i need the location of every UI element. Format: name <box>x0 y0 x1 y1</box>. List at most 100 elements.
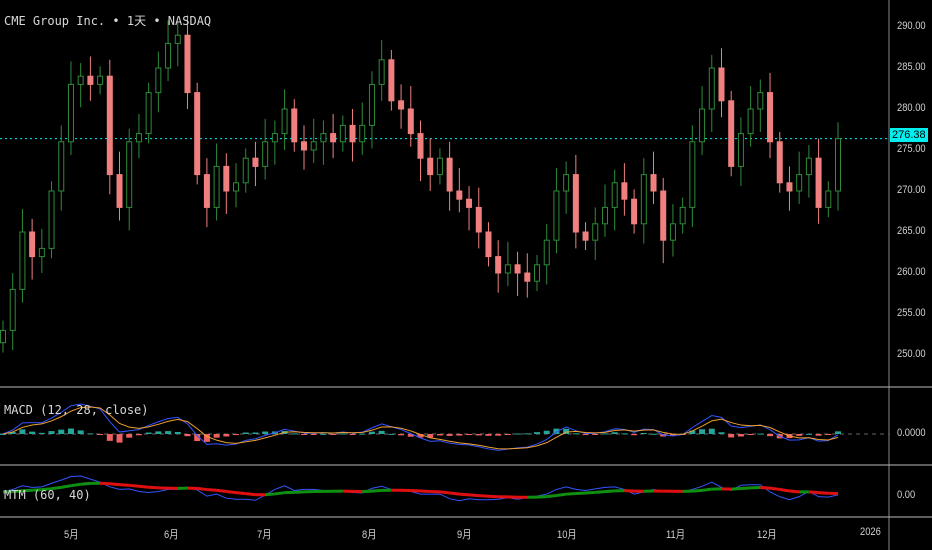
candle-up <box>378 59 385 85</box>
macd-histogram-bar <box>805 433 812 435</box>
macd-histogram-bar <box>757 433 764 435</box>
x-tick-label: 6月 <box>164 529 179 541</box>
macd-histogram-bar <box>708 428 715 434</box>
mtm-signal-segment <box>604 489 615 494</box>
candle-up <box>67 83 74 143</box>
candle-up <box>320 133 327 143</box>
candle-down <box>718 67 725 102</box>
candle-down <box>349 124 356 143</box>
candle-up <box>19 231 26 290</box>
candle-down <box>427 157 434 176</box>
candle-up <box>553 190 560 241</box>
macd-histogram-bar <box>165 431 172 434</box>
x-tick-label: 8月 <box>362 529 377 541</box>
candle-up <box>233 182 240 192</box>
macd-histogram-bar <box>29 431 36 434</box>
chart-title: CME Group Inc. • 1天 • NASDAQ <box>4 12 211 29</box>
macd-histogram-bar <box>339 433 346 435</box>
x-tick-label: 11月 <box>666 529 686 541</box>
macd-histogram-bar <box>398 434 405 436</box>
macd-histogram-bar <box>359 433 366 435</box>
mtm-signal-segment <box>556 492 567 498</box>
macd-histogram-bar <box>67 428 74 434</box>
macd-histogram-bar <box>446 434 453 436</box>
x-tick-label: 12月 <box>757 529 777 541</box>
macd-histogram-bar <box>368 431 375 434</box>
candle-up <box>0 329 6 344</box>
macd-histogram-bar <box>116 434 123 443</box>
macd-histogram-bar <box>300 434 307 435</box>
mtm-signal-segment <box>206 488 217 492</box>
macd-histogram-bar <box>242 432 249 434</box>
macd-histogram-bar <box>728 434 735 438</box>
candle-up <box>601 206 608 225</box>
candle-down <box>116 174 123 208</box>
mtm-signal-segment <box>138 484 149 489</box>
candle-down <box>300 141 307 151</box>
macd-histogram-bar <box>572 433 579 435</box>
macd-histogram-bar <box>436 434 443 436</box>
macd-zero-label: 0.0000 <box>897 427 926 439</box>
candle-down <box>767 92 774 143</box>
macd-histogram-bar <box>87 433 94 435</box>
candle-up <box>805 157 812 176</box>
candle-up <box>97 75 104 85</box>
mtm-signal-segment <box>100 481 110 486</box>
candle-up <box>699 108 706 143</box>
macd-histogram-bar <box>262 431 269 434</box>
mtm-signal-segment <box>624 489 635 493</box>
candle-up <box>165 42 172 69</box>
candle-up <box>534 264 541 282</box>
mtm-signal-segment <box>692 488 703 493</box>
mtm-signal-segment <box>585 490 596 495</box>
y-tick-label: 255.00 <box>897 307 926 319</box>
mtm-signal-segment <box>478 494 489 498</box>
candle-up <box>708 67 715 110</box>
y-tick-label: 280.00 <box>897 102 926 114</box>
candle-up <box>38 247 45 258</box>
macd-histogram-bar <box>640 433 647 435</box>
candle-up <box>592 223 599 241</box>
macd-histogram-bar <box>650 433 657 435</box>
candle-down <box>252 157 259 167</box>
macd-histogram-bar <box>582 434 589 436</box>
mtm-signal-segment <box>731 487 741 491</box>
candle-down <box>786 182 793 192</box>
macd-histogram-bar <box>611 432 618 434</box>
mtm-label[interactable]: MTM (60, 40) <box>4 488 91 502</box>
candle-up <box>9 288 16 331</box>
candle-down <box>815 157 822 208</box>
candle-up <box>262 141 269 167</box>
candle-down <box>407 108 414 135</box>
macd-histogram-bar <box>767 434 774 437</box>
last-price-label: 276.38 <box>890 128 928 142</box>
mtm-signal-segment <box>468 493 479 498</box>
mtm-signal-segment <box>818 491 829 495</box>
interval[interactable]: 1天 <box>127 14 146 28</box>
mtm-signal-segment <box>808 490 819 495</box>
candle-down <box>184 34 191 94</box>
macd-histogram-bar <box>48 431 55 434</box>
candle-down <box>330 133 337 143</box>
candle-down <box>660 190 667 241</box>
candle-down <box>572 174 579 233</box>
candle-down <box>475 206 482 233</box>
macd-histogram-bar <box>534 432 541 434</box>
candle-down <box>485 231 492 258</box>
candle-down <box>106 75 113 176</box>
macd-label[interactable]: MACD (12, 28, close) <box>4 403 149 417</box>
mtm-signal-segment <box>80 481 91 486</box>
y-tick-label: 285.00 <box>897 61 926 73</box>
macd-histogram-bar <box>495 434 502 436</box>
candle-down <box>650 174 657 192</box>
macd-histogram-bar <box>592 434 599 435</box>
candle-up <box>504 264 511 274</box>
mtm-signal-segment <box>197 486 208 492</box>
exchange: NASDAQ <box>167 14 212 28</box>
chart-canvas[interactable] <box>0 0 932 550</box>
y-tick-label: 265.00 <box>897 225 926 237</box>
mtm-signal-segment <box>449 491 460 496</box>
candle-up <box>135 133 142 143</box>
macd-histogram-bar <box>601 433 608 435</box>
x-tick-label: 2026 <box>860 526 881 538</box>
